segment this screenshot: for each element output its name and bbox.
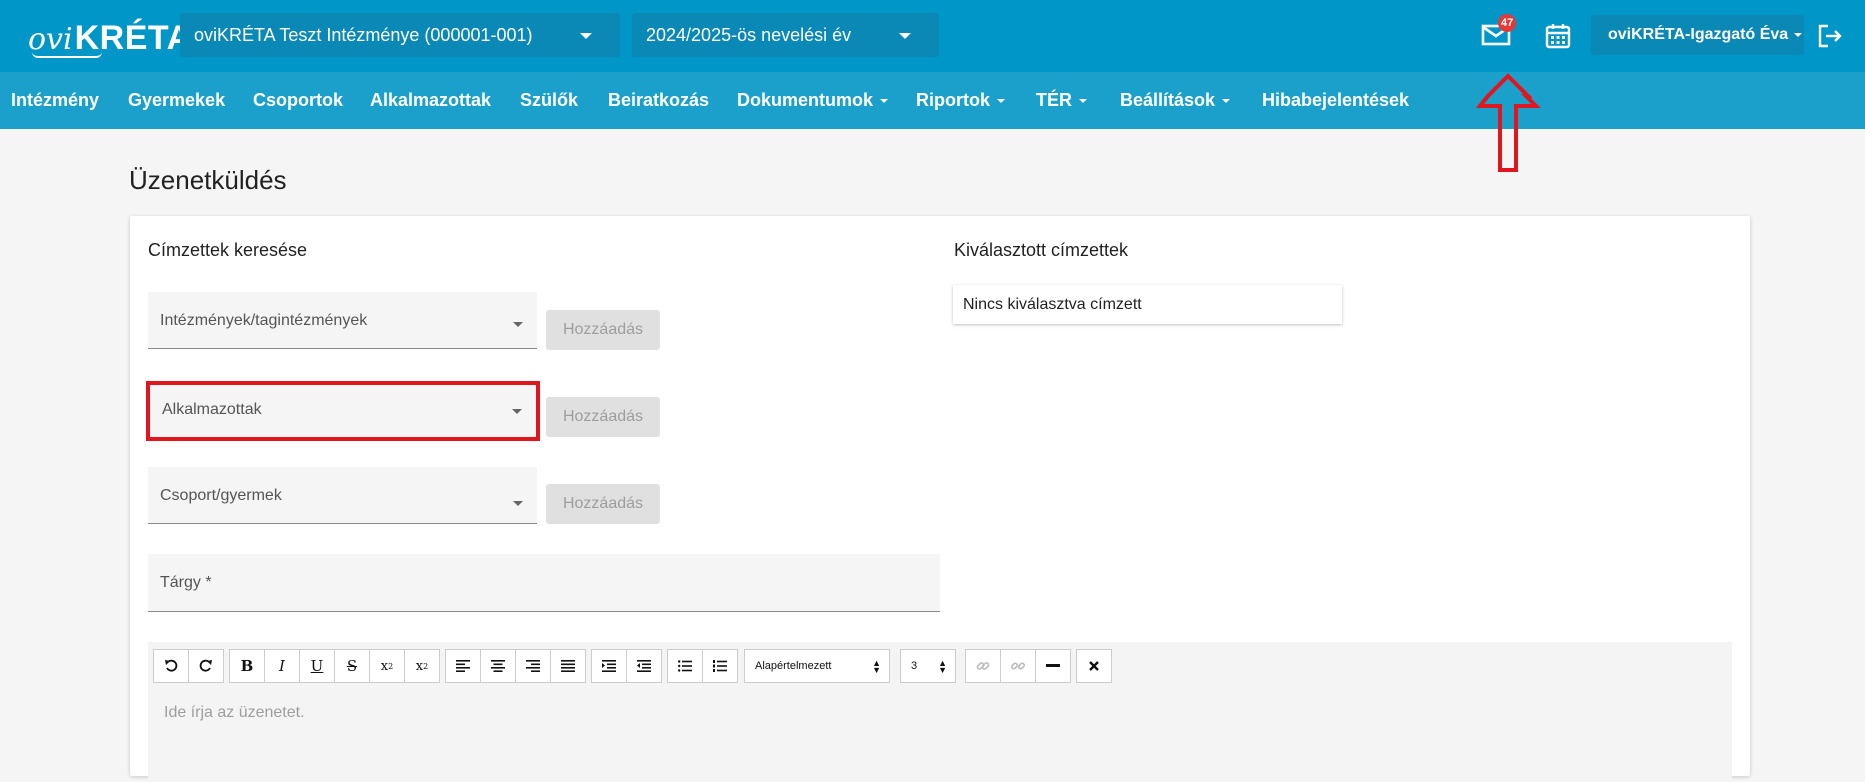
outdent-icon[interactable] <box>626 649 662 683</box>
annotation-highlight-box <box>146 381 540 441</box>
app-logo[interactable]: ovi KRÉTA <box>28 14 192 58</box>
nav-item-gyermekek[interactable]: Gyermekek <box>128 72 225 129</box>
chevron-down-icon <box>513 322 523 327</box>
annotation-arrow <box>1475 73 1541 172</box>
institutions-select-label: Intézmények/tagintézmények <box>160 312 368 329</box>
underline-icon[interactable]: U <box>299 649 335 683</box>
school-year-select-value: 2024/2025-ös nevelési év <box>646 24 852 45</box>
nav-item-label: Dokumentumok <box>737 90 874 110</box>
add-group-child-button[interactable]: Hozzáadás <box>546 484 660 524</box>
nav-item-dokumentumok[interactable]: Dokumentumok <box>737 72 889 129</box>
unlink-icon[interactable] <box>1000 649 1036 683</box>
subject-input[interactable]: Tárgy * <box>148 554 940 612</box>
chevron-down-icon <box>1222 98 1231 103</box>
indent-icon[interactable] <box>591 649 627 683</box>
font-family-select-value: Alapértelmezett <box>755 660 832 672</box>
institution-select[interactable]: oviKRÉTA Teszt Intézménye (000001-001) <box>180 13 620 57</box>
horizontal-rule-icon[interactable] <box>1035 649 1071 683</box>
subject-input-label: Tárgy * <box>160 574 212 591</box>
redo-icon[interactable] <box>188 649 224 683</box>
align-center-icon[interactable] <box>480 649 516 683</box>
font-size-select-value: 3 <box>911 660 918 672</box>
nav-item-label: TÉR <box>1036 90 1072 110</box>
superscript-icon[interactable]: x2 <box>404 649 440 683</box>
no-recipients-text: Nincs kiválasztva címzett <box>963 295 1142 313</box>
align-left-icon[interactable] <box>445 649 481 683</box>
editor-toolbar: B I U S x2 x2 Alapértelmezett ▲ ▼ 3 ▲ ▼ <box>153 649 1118 683</box>
selected-recipients-list: Nincs kiválasztva címzett <box>953 285 1342 324</box>
institution-select-value: oviKRÉTA Teszt Intézménye (000001-001) <box>194 24 533 45</box>
nav-item-label: Hibabejelentések <box>1262 90 1410 110</box>
message-editor[interactable]: B I U S x2 x2 Alapértelmezett ▲▼ 3 ▲▼ <box>148 642 1732 782</box>
nav-item-intezmeny[interactable]: Intézmény <box>11 72 99 129</box>
nav-item-csoportok[interactable]: Csoportok <box>253 72 343 129</box>
chevron-down-icon <box>997 98 1005 103</box>
group-child-select[interactable]: Csoport/gyermek <box>148 467 537 524</box>
nav-item-riportok[interactable]: Riportok <box>916 72 1005 129</box>
subscript-icon[interactable]: x2 <box>369 649 405 683</box>
nav-item-label: Gyermekek <box>128 90 226 110</box>
page-title: Üzenetküldés <box>129 165 287 195</box>
user-menu-button[interactable]: oviKRÉTA-Igazgató Éva <box>1591 15 1804 55</box>
chevron-down-icon <box>580 33 592 39</box>
group-child-select-label: Csoport/gyermek <box>160 487 282 504</box>
logo-swoosh <box>32 52 102 58</box>
strikethrough-icon[interactable]: S <box>334 649 370 683</box>
unread-messages-badge: 47 <box>1498 14 1517 32</box>
chevron-down-icon <box>1794 33 1803 37</box>
nav-item-label: Csoportok <box>253 90 343 110</box>
numbered-list-icon[interactable] <box>702 649 738 683</box>
nav-item-beallitasok[interactable]: Beállítások <box>1120 72 1231 129</box>
top-bar: ovi KRÉTA oviKRÉTA Teszt Intézménye (000… <box>0 0 1865 72</box>
up-down-icon: ▲ ▼ <box>938 658 947 675</box>
nav-item-beiratkozas[interactable]: Beiratkozás <box>608 72 709 129</box>
nav-item-szulok[interactable]: Szülők <box>520 72 578 129</box>
font-family-select[interactable]: Alapértelmezett ▲ ▼ <box>744 649 890 683</box>
recipient-search-title: Címzettek keresése <box>148 240 308 260</box>
nav-item-ter[interactable]: TÉR <box>1036 72 1087 129</box>
link-icon[interactable] <box>965 649 1001 683</box>
font-size-select[interactable]: 3 ▲ ▼ <box>900 649 956 683</box>
chevron-down-icon <box>880 98 889 103</box>
nav-item-label: Beállítások <box>1120 90 1216 110</box>
selected-recipients-title: Kiválasztott címzettek <box>954 240 1129 260</box>
align-right-icon[interactable] <box>515 649 551 683</box>
chevron-down-icon <box>899 33 911 39</box>
nav-item-label: Alkalmazottak <box>370 90 492 110</box>
user-name: oviKRÉTA-Igazgató Éva <box>1608 26 1789 43</box>
calendar-icon[interactable] <box>1544 22 1572 50</box>
undo-icon[interactable] <box>153 649 189 683</box>
message-placeholder: Ide írja az üzenetet. <box>164 704 305 721</box>
logout-icon[interactable] <box>1816 22 1844 50</box>
bullet-list-icon[interactable] <box>667 649 703 683</box>
nav-item-label: Szülők <box>520 90 579 110</box>
italic-icon[interactable]: I <box>264 649 300 683</box>
clear-format-icon[interactable] <box>1076 649 1112 683</box>
school-year-select[interactable]: 2024/2025-ös nevelési év <box>632 13 939 57</box>
add-institutions-button[interactable]: Hozzáadás <box>546 310 660 350</box>
nav-item-label: Riportok <box>916 90 990 110</box>
nav-item-label: Intézmény <box>11 90 100 110</box>
main-nav: Intézmény Gyermekek Csoportok Alkalmazot… <box>0 72 1865 129</box>
bold-icon[interactable]: B <box>229 649 265 683</box>
nav-item-label: Beiratkozás <box>608 90 710 110</box>
add-employees-button[interactable]: Hozzáadás <box>546 397 660 437</box>
up-down-icon: ▲ ▼ <box>872 658 881 675</box>
chevron-down-icon <box>513 501 523 506</box>
align-justify-icon[interactable] <box>550 649 586 683</box>
institutions-select[interactable]: Intézmények/tagintézmények <box>148 292 537 349</box>
chevron-down-icon <box>1079 98 1087 103</box>
nav-item-hibabejelentesek[interactable]: Hibabejelentések <box>1262 72 1409 129</box>
nav-item-alkalmazottak[interactable]: Alkalmazottak <box>370 72 491 129</box>
